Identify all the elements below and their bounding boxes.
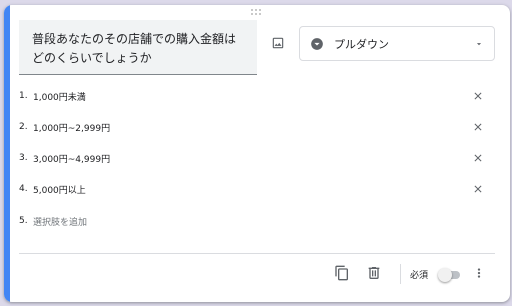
option-row[interactable]: 1. 1,000円未満 xyxy=(19,86,86,106)
required-label: 必須 xyxy=(410,271,429,281)
add-option-button[interactable]: 選択肢を追加 xyxy=(33,215,87,228)
close-icon xyxy=(474,123,482,131)
duplicate-button[interactable] xyxy=(333,264,351,282)
more-options-button[interactable] xyxy=(470,264,488,282)
delete-button[interactable] xyxy=(365,264,383,282)
footer-divider xyxy=(19,253,495,254)
remove-option-button[interactable] xyxy=(470,119,486,135)
option-label[interactable]: 1,000円未満 xyxy=(33,90,86,103)
option-number: 1. xyxy=(19,91,28,101)
remove-option-button[interactable] xyxy=(470,150,486,166)
drag-handle-icon[interactable] xyxy=(251,9,265,17)
image-icon xyxy=(272,37,284,49)
chevron-down-icon xyxy=(474,39,484,49)
option-row[interactable]: 4. 5,000円以上 xyxy=(19,179,86,199)
footer-vertical-divider xyxy=(400,264,401,284)
toggle-knob xyxy=(438,268,452,282)
trash-icon xyxy=(368,267,380,279)
close-icon xyxy=(474,92,482,100)
question-type-label: プルダウン xyxy=(334,37,389,51)
add-image-button[interactable] xyxy=(270,35,286,51)
option-number: 3. xyxy=(19,153,28,163)
question-card: 普段あなたのその店舗での購入金額はどのくらいでしょうか プルダウン 1. 1,0… xyxy=(4,5,510,302)
option-number: 4. xyxy=(19,184,28,194)
option-row[interactable]: 3. 3,000円~4,999円 xyxy=(19,148,110,168)
option-label[interactable]: 3,000円~4,999円 xyxy=(33,152,110,165)
question-type-select[interactable]: プルダウン xyxy=(299,26,495,61)
copy-icon xyxy=(335,265,348,281)
close-icon xyxy=(474,154,482,162)
question-title-field[interactable]: 普段あなたのその店舗での購入金額はどのくらいでしょうか xyxy=(19,20,257,75)
option-label[interactable]: 1,000円~2,999円 xyxy=(33,121,110,134)
remove-option-button[interactable] xyxy=(470,181,486,197)
active-accent-bar xyxy=(4,5,10,302)
add-option-row[interactable]: 5. 選択肢を追加 xyxy=(19,211,87,231)
dropdown-circle-icon xyxy=(311,37,323,50)
option-row[interactable]: 2. 1,000円~2,999円 xyxy=(19,117,110,137)
option-number: 2. xyxy=(19,122,28,132)
question-title-text: 普段あなたのその店舗での購入金額はどのくらいでしょうか xyxy=(32,32,237,65)
option-label[interactable]: 5,000円以上 xyxy=(33,183,86,196)
option-number: 5. xyxy=(19,216,28,226)
close-icon xyxy=(474,185,482,193)
required-toggle[interactable] xyxy=(438,268,462,282)
remove-option-button[interactable] xyxy=(470,88,486,104)
more-vert-icon xyxy=(477,268,481,278)
